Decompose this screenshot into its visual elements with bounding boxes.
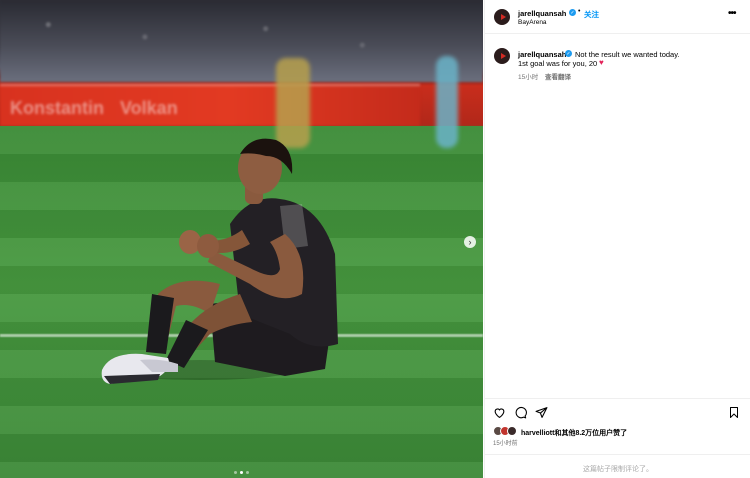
caption-timestamp: 15小时 xyxy=(518,74,539,81)
bookmark-icon[interactable] xyxy=(728,406,740,419)
caption-username[interactable]: jarellquansah xyxy=(518,50,566,59)
heart-outline-icon[interactable] xyxy=(493,406,506,419)
author-avatar[interactable] xyxy=(494,9,510,25)
paper-plane-icon[interactable] xyxy=(535,406,548,419)
carousel-dots xyxy=(234,471,249,474)
caption-text: 1st goal was for you, 20 xyxy=(518,59,598,68)
avatar xyxy=(507,426,517,436)
ad-board-text: Volkan xyxy=(120,98,178,118)
caption-text: Not the result we wanted today. xyxy=(575,50,680,59)
red-heart-icon: ♥ xyxy=(599,58,604,67)
more-options-button[interactable]: ••• xyxy=(728,8,736,19)
post-timestamp: 15小时前 xyxy=(493,441,518,447)
chevron-right-icon: › xyxy=(468,236,472,247)
verified-badge-icon: ✓ xyxy=(565,50,572,57)
carousel-dot xyxy=(246,471,249,474)
next-media-button[interactable]: › xyxy=(464,236,476,248)
ad-board-text: Konstantin xyxy=(10,98,104,118)
post-header: jarellquansah ✓ • 关注 BayArena ••• xyxy=(485,0,750,34)
comment-bubble-icon[interactable] xyxy=(514,406,527,419)
seated-player xyxy=(101,138,338,384)
carousel-dot xyxy=(240,471,243,474)
author-username[interactable]: jarellquansah xyxy=(518,9,566,18)
background-player xyxy=(436,56,458,148)
stadium-crowd xyxy=(0,0,483,82)
header-separator: • xyxy=(578,8,581,15)
likes-summary[interactable]: harvelliott和其他8.2万位用户赞了 xyxy=(521,428,627,438)
follow-button[interactable]: 关注 xyxy=(584,9,599,20)
post-location[interactable]: BayArena xyxy=(518,19,547,26)
post-media[interactable]: Konstantin Volkan › xyxy=(0,0,483,478)
comments-disabled-notice: 这篇帖子限制评论了。 xyxy=(583,466,653,473)
post-side-panel: jarellquansah ✓ • 关注 BayArena ••• jarell… xyxy=(484,0,750,478)
verified-badge-icon: ✓ xyxy=(569,9,576,16)
action-bar xyxy=(485,398,750,426)
see-translation-link[interactable]: 查看翻译 xyxy=(545,71,571,81)
advertising-board: Konstantin Volkan xyxy=(0,84,420,126)
author-avatar[interactable] xyxy=(494,48,510,64)
carousel-dot xyxy=(234,471,237,474)
